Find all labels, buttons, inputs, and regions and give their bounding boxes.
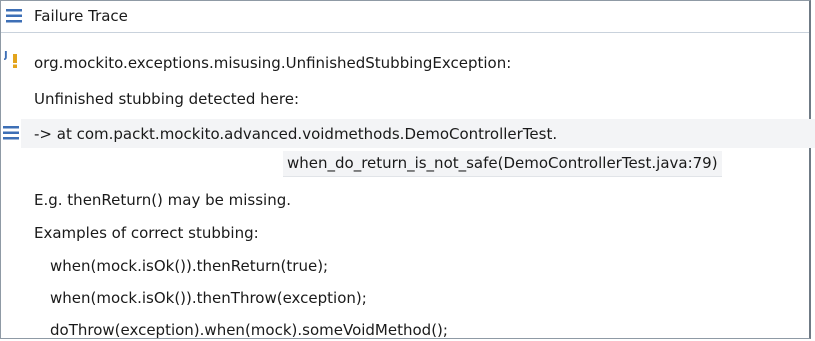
stack-trace-icon: [6, 9, 22, 23]
stack-frame-line[interactable]: -> at com.packt.mockito.advanced.voidmet…: [34, 124, 557, 144]
failure-trace-panel: Failure Trace J org.mockito.exceptions.m…: [0, 0, 815, 340]
panel-header: Failure Trace: [1, 1, 809, 33]
example-line[interactable]: when(mock.isOk()).thenThrow(exception);: [50, 288, 367, 308]
stack-frame-method: when_do_return_is_not_safe(DemoControlle…: [287, 154, 718, 172]
detected-line[interactable]: Unfinished stubbing detected here:: [34, 89, 299, 109]
junit-failure-icon: J: [4, 50, 17, 68]
svg-text:J: J: [4, 50, 8, 61]
example-line[interactable]: doThrow(exception).when(mock).someVoidMe…: [50, 320, 448, 340]
example-line[interactable]: when(mock.isOk()).thenReturn(true);: [50, 256, 328, 276]
examples-title-line[interactable]: Examples of correct stubbing:: [34, 223, 259, 243]
exception-line[interactable]: org.mockito.exceptions.misusing.Unfinish…: [34, 53, 511, 73]
stack-frame-continuation[interactable]: when_do_return_is_not_safe(DemoControlle…: [283, 151, 722, 177]
stack-frame-icon: [3, 126, 19, 140]
hint-line[interactable]: E.g. thenReturn() may be missing.: [34, 190, 291, 210]
panel-title: Failure Trace: [34, 7, 128, 25]
